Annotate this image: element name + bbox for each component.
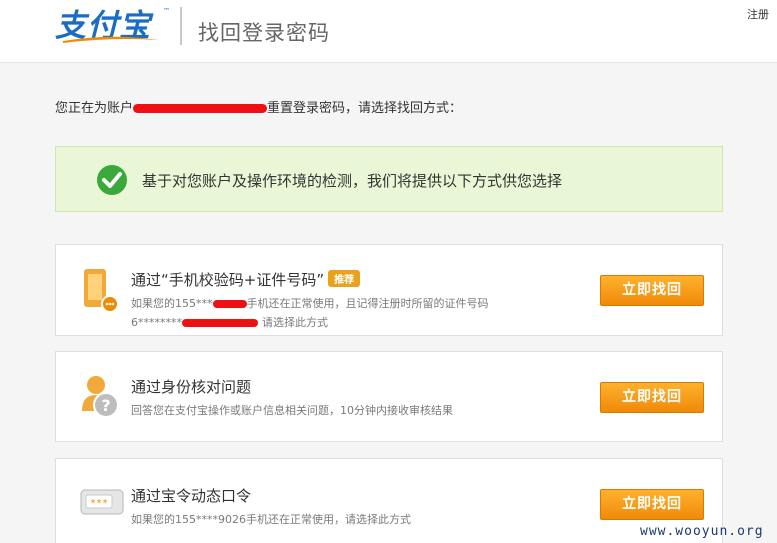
redacted-account <box>133 104 268 113</box>
option-desc: 如果您的155*** 手机还在正常使用，且记得注册时所留的证件号码 <box>131 295 489 311</box>
detection-notice: 基于对您账户及操作环境的检测，我们将提供以下方式供您选择 <box>55 146 723 212</box>
option-desc: 回答您在支付宝操作或账户信息相关问题，10分钟内接收审核结果 <box>131 404 453 417</box>
logo-swoosh-icon <box>63 36 159 43</box>
option-title: 通过宝令动态口令 <box>131 487 252 505</box>
alipay-logo[interactable]: 支付宝 ™ <box>55 7 170 45</box>
redacted-phone <box>212 300 247 308</box>
redacted-id-number <box>182 319 258 327</box>
header: 支付宝 ™ 找回登录密码 注册 <box>0 0 777 63</box>
option-desc: 如果您的155****9026手机还在正常使用，请选择此方式 <box>131 513 411 526</box>
token-device-icon: *** <box>80 489 124 515</box>
svg-text:***: *** <box>90 498 108 509</box>
option-desc-prefix: 如果您的155*** <box>131 297 213 310</box>
option-desc-line2: 6******** 请选择此方式 <box>131 314 328 330</box>
recover-button-token[interactable]: 立即找回 <box>600 489 704 520</box>
account-line-prefix: 您正在为账户 <box>55 101 134 116</box>
option-title: 通过“手机校验码+证件号码” 推荐 <box>131 269 361 290</box>
account-line: 您正在为账户 重置登录密码，请选择找回方式： <box>55 97 462 116</box>
option-identity-questions: ? 通过身份核对问题 回答您在支付宝操作或账户信息相关问题，10分钟内接收审核结… <box>55 351 723 442</box>
option-desc2-prefix: 6******** <box>131 316 182 329</box>
option-title: 通过身份核对问题 <box>131 378 252 396</box>
recover-button-phone[interactable]: 立即找回 <box>600 275 704 306</box>
notice-text: 基于对您账户及操作环境的检测，我们将提供以下方式供您选择 <box>142 172 563 190</box>
option-dynamic-token: *** 通过宝令动态口令 如果您的155****9026手机还在正常使用，请选择… <box>55 458 723 543</box>
option-desc2-suffix: 请选择此方式 <box>262 316 328 329</box>
check-circle-icon <box>97 165 127 195</box>
option-desc-suffix: 手机还在正常使用，且记得注册时所留的证件号码 <box>246 297 489 310</box>
option-phone-id: 通过“手机校验码+证件号码” 推荐 如果您的155*** 手机还在正常使用，且记得注… <box>55 244 723 336</box>
watermark: www.wooyun.org <box>640 524 764 539</box>
header-divider <box>180 7 182 45</box>
option-title-text: 通过“手机校验码+证件号码” <box>131 271 325 289</box>
register-link[interactable]: 注册 <box>747 6 769 22</box>
logo-trademark: ™ <box>163 7 170 15</box>
phone-icon <box>84 269 119 313</box>
recommend-badge: 推荐 <box>328 270 361 287</box>
account-line-suffix: 重置登录密码，请选择找回方式： <box>267 101 463 116</box>
user-question-icon: ? <box>82 376 119 418</box>
svg-text:?: ? <box>101 396 110 415</box>
recover-button-identity[interactable]: 立即找回 <box>600 382 704 413</box>
page-title: 找回登录密码 <box>198 21 330 45</box>
